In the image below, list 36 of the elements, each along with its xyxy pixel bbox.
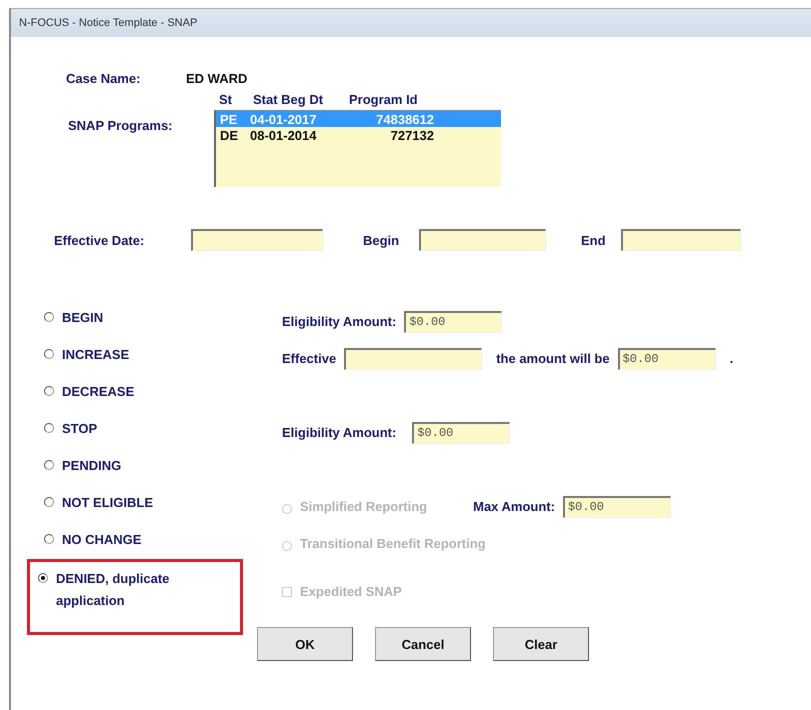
program-row[interactable]: DE 08-01-2014 727132 <box>216 127 501 143</box>
action-radio[interactable]: PENDING <box>44 451 282 488</box>
dialog-button[interactable]: Clear <box>493 627 589 661</box>
field-label: Effective <box>282 351 336 366</box>
action-radio[interactable]: NO CHANGE <box>44 525 282 562</box>
date-label: Begin <box>363 232 400 248</box>
field-label: Eligibility Amount: <box>282 425 396 440</box>
case-name-label: Case Name: <box>66 71 142 86</box>
field-label: Max Amount: <box>473 499 555 514</box>
action-radio[interactable]: NOT ELIGIBLE <box>44 488 282 525</box>
action-radio[interactable]: STOP <box>44 414 282 451</box>
column-header: Stat Beg Dt <box>253 92 324 107</box>
action-radio[interactable]: BEGIN <box>44 303 282 340</box>
programs-list[interactable]: PE 04-01-2017 74838612 DE 08-01-2014 727132 <box>214 110 501 187</box>
programs-label: SNAP Programs: <box>67 117 174 135</box>
date-field[interactable] <box>621 229 741 251</box>
period-text: . <box>730 351 734 366</box>
amount-field[interactable]: $0.00 <box>412 422 510 444</box>
action-radio[interactable]: DENIED, duplicate application <box>30 562 240 632</box>
date-label: End <box>581 232 607 248</box>
amount-field[interactable]: $0.00 <box>404 310 502 332</box>
dialog-button[interactable]: OK <box>257 627 353 661</box>
field-label: the amount will be <box>496 351 610 366</box>
date-field[interactable] <box>191 229 323 251</box>
date-field[interactable] <box>419 229 546 251</box>
date-field[interactable] <box>344 348 482 370</box>
column-header: St <box>219 92 233 107</box>
action-radio[interactable]: DECREASE <box>44 377 282 414</box>
dialog-button[interactable]: Cancel <box>375 627 471 661</box>
window-title: N-FOCUS - Notice Template - SNAP <box>11 9 811 37</box>
date-label: Effective Date: <box>54 232 146 248</box>
amount-field[interactable]: $0.00 <box>618 348 716 370</box>
action-radio[interactable]: INCREASE <box>44 340 282 377</box>
field-label: Eligibility Amount: <box>282 314 396 329</box>
column-header: Program Id <box>349 92 419 107</box>
case-name-value: ED WARD <box>186 71 248 86</box>
